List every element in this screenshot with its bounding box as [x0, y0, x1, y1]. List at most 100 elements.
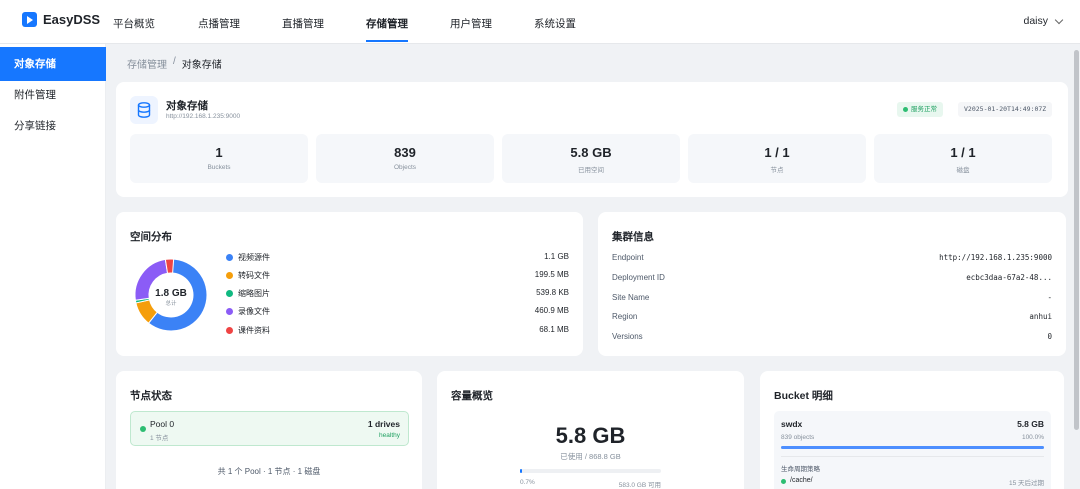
cluster-value: -: [1047, 293, 1052, 302]
sidebar-item-share-links[interactable]: 分享链接: [0, 109, 106, 143]
stat-value: 839: [394, 145, 416, 160]
capacity-card: 容量概览 5.8 GB 已使用 / 868.8 GB 0.7% 583.0 GB…: [437, 371, 744, 489]
legend-item[interactable]: 转码文件 199.5 MB: [226, 270, 569, 282]
cluster-key: Deployment ID: [612, 273, 665, 282]
legend-dot-icon: [226, 272, 233, 279]
sidebar-item-attachments[interactable]: 附件管理: [0, 78, 106, 112]
capacity-used: 5.8 GB: [555, 423, 626, 448]
stat-objects: 839 Objects: [316, 134, 494, 183]
nav-item-live[interactable]: 直播管理: [282, 16, 324, 31]
nav-item-settings[interactable]: 系统设置: [534, 16, 576, 31]
nav-item-vod[interactable]: 点播管理: [198, 16, 240, 31]
pool-item[interactable]: Pool 0 1 节点 1 drives healthy: [130, 411, 409, 446]
stat-label: 磁盘: [956, 167, 970, 174]
stat-label: 节点: [770, 167, 784, 174]
cluster-value: 0: [1047, 332, 1052, 341]
breadcrumb-separator: /: [173, 56, 176, 67]
stat-used-space: 5.8 GB 已用空间: [502, 134, 680, 183]
cluster-value: anhui: [1029, 312, 1052, 321]
chevron-down-icon: [1054, 15, 1064, 24]
capacity-percent: 0.7%: [520, 479, 535, 486]
database-icon: [130, 96, 158, 124]
sidebar: 对象存储 附件管理 分享链接: [0, 44, 106, 489]
bucket-progress-fill: [781, 446, 1044, 449]
legend-value: 539.8 KB: [536, 288, 569, 297]
legend-item[interactable]: 录像文件 460.9 MB: [226, 306, 569, 318]
space-title: 空间分布: [130, 231, 172, 243]
divider: [781, 456, 1044, 457]
lifecycle-label: 生命周期策略: [781, 466, 820, 473]
bucket-progress-bar: [781, 446, 1044, 449]
stat-value: 5.8 GB: [570, 145, 612, 160]
legend-value: 199.5 MB: [534, 270, 569, 279]
bucket-size: 5.8 GB: [1017, 419, 1044, 429]
legend-value: 1.1 GB: [544, 252, 569, 261]
capacity-progress-bar: [520, 469, 661, 473]
legend-item[interactable]: 视频源件 1.1 GB: [226, 252, 569, 264]
overview-title: 对象存储: [166, 100, 208, 112]
cluster-value: ecbc3daa-67a2-48...: [966, 273, 1052, 282]
cluster-info-card: 集群信息 Endpoint http://192.168.1.235:9000 …: [598, 212, 1066, 356]
nav-item-storage[interactable]: 存储管理: [366, 16, 408, 42]
breadcrumb-parent[interactable]: 存储管理: [127, 56, 167, 71]
nav-item-overview[interactable]: 平台概览: [113, 16, 155, 31]
pool-health: healthy: [379, 432, 400, 439]
stat-label: Objects: [393, 164, 417, 171]
capacity-title: 容量概览: [451, 390, 493, 402]
cluster-value: http://192.168.1.235:9000: [939, 253, 1052, 262]
cluster-row-deployment-id: Deployment ID ecbc3daa-67a2-48...: [612, 273, 1052, 285]
page-scrollbar[interactable]: [1073, 44, 1080, 489]
legend-label: 课件资料: [238, 326, 270, 335]
stat-label: Buckets: [207, 164, 231, 171]
cluster-row-site-name: Site Name -: [612, 293, 1052, 305]
lifecycle-expire: 15 天后过期: [1008, 480, 1044, 487]
sidebar-item-object-storage[interactable]: 对象存储: [0, 47, 106, 81]
cluster-key: Endpoint: [612, 253, 644, 262]
space-donut-chart: 1.8 GB 总计: [134, 258, 208, 332]
capacity-total: 已使用 / 868.8 GB: [560, 452, 621, 461]
overview-card: 对象存储 http://192.168.1.235:9000 服务正常 V202…: [116, 82, 1068, 197]
legend-item[interactable]: 课件资料 68.1 MB: [226, 325, 569, 337]
top-bar: EasyDSS 平台概览 点播管理 直播管理 存储管理 用户管理 系统设置 da…: [0, 0, 1080, 44]
legend-dot-icon: [226, 254, 233, 261]
app-logo[interactable]: EasyDSS: [22, 12, 100, 27]
node-status-title: 节点状态: [130, 390, 172, 402]
legend-item[interactable]: 缩略图片 539.8 KB: [226, 288, 569, 300]
play-logo-icon: [22, 12, 37, 27]
cluster-key: Versions: [612, 332, 643, 341]
stat-buckets: 1 Buckets: [130, 134, 308, 183]
pool-drives: 1 drives: [367, 419, 400, 429]
lifecycle-path: /cache/: [790, 477, 813, 484]
donut-center-label: 总计: [165, 299, 177, 307]
legend-value: 68.1 MB: [539, 325, 569, 334]
pool-name: Pool 0: [150, 419, 175, 429]
bucket-title: Bucket 明细: [774, 390, 833, 402]
nav-item-users[interactable]: 用户管理: [450, 16, 492, 31]
bucket-detail-card: Bucket 明细 swdx 5.8 GB 839 objects 100.0%…: [760, 371, 1064, 489]
cluster-row-region: Region anhui: [612, 312, 1052, 324]
scrollbar-thumb[interactable]: [1074, 50, 1079, 430]
active-dot-icon: [781, 479, 786, 484]
user-name: daisy: [1023, 15, 1048, 27]
breadcrumb-current: 对象存储: [181, 60, 222, 71]
cluster-key: Region: [612, 312, 638, 321]
stat-label: 已用空间: [578, 167, 604, 174]
stat-nodes: 1 / 1 节点: [688, 134, 866, 183]
bucket-item[interactable]: swdx 5.8 GB 839 objects 100.0% 生命周期策略 /c…: [774, 411, 1051, 489]
legend-value: 460.9 MB: [534, 306, 569, 315]
bucket-percent: 100.0%: [1021, 434, 1044, 441]
legend-label: 视频源件: [238, 253, 270, 262]
status-badge: 服务正常: [897, 102, 943, 117]
user-menu[interactable]: daisy: [1023, 15, 1064, 27]
space-distribution-card: 空间分布 1.8 GB 总计 视频源件 1.1 GB 转码文件 199.5 MB 缩略图…: [116, 212, 583, 356]
bucket-name: swdx: [781, 419, 803, 429]
legend-dot-icon: [226, 327, 233, 334]
donut-center-value: 1.8 GB: [155, 288, 187, 299]
cluster-row-endpoint: Endpoint http://192.168.1.235:9000: [612, 253, 1052, 265]
bucket-objects: 839 objects: [781, 434, 815, 441]
legend-dot-icon: [226, 290, 233, 297]
pool-node-count: 1 节点: [150, 435, 169, 442]
node-status-card: 节点状态 Pool 0 1 节点 1 drives healthy 共 1 个 …: [116, 371, 422, 489]
stat-disks: 1 / 1 磁盘: [874, 134, 1052, 183]
legend-label: 缩略图片: [238, 289, 270, 298]
